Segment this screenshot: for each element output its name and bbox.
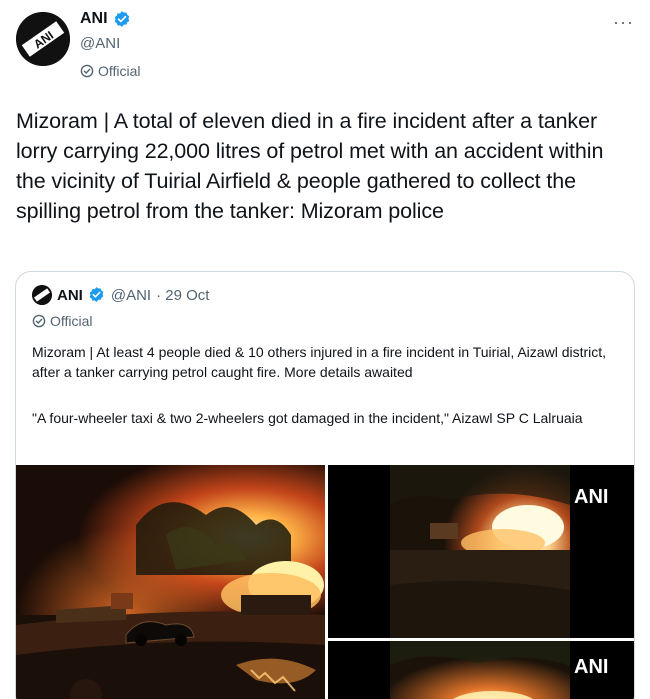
official-label: Official: [98, 63, 141, 79]
quoted-tweet-quote-text: "A four-wheeler taxi & two 2-wheelers go…: [32, 410, 583, 426]
ani-watermark-top: ANI: [574, 486, 608, 508]
quoted-official-check-icon: [32, 314, 46, 328]
quoted-media-grid: ANI ANI: [16, 465, 634, 699]
quoted-tweet-text: Mizoram | At least 4 people died & 10 ot…: [32, 344, 607, 380]
quoted-tweet-header: ANI @ANI · 29 Oct: [32, 285, 209, 305]
fire-photo-main[interactable]: [16, 465, 325, 699]
quoted-author-name[interactable]: ANI: [57, 287, 83, 304]
fire-photo-bottom-right[interactable]: ANI: [328, 641, 634, 699]
ani-watermark-bottom: ANI: [574, 656, 608, 678]
ani-avatar[interactable]: ANI: [16, 12, 70, 66]
author-handle[interactable]: @ANI: [80, 35, 120, 52]
tweet-text: Mizoram | A total of eleven died in a fi…: [16, 109, 604, 223]
author-name[interactable]: ANI: [80, 10, 108, 28]
quoted-tweet-date[interactable]: · 29 Oct: [156, 287, 209, 304]
more-options-icon[interactable]: ···: [613, 12, 634, 33]
quoted-tweet-card[interactable]: ANI @ANI · 29 Oct Official Mizoram | At …: [15, 271, 635, 699]
quoted-author-handle[interactable]: @ANI: [111, 287, 151, 304]
fire-photo-top-right[interactable]: ANI: [328, 465, 634, 638]
verified-badge-icon: [113, 10, 131, 28]
official-check-icon: [80, 64, 94, 78]
quoted-official-row: Official: [32, 313, 93, 329]
quoted-official-label: Official: [50, 313, 93, 329]
quoted-ani-avatar[interactable]: [32, 285, 52, 305]
tweet-header: ANI ANI @ANI Official ···: [16, 8, 636, 88]
quoted-verified-badge-icon: [88, 286, 106, 304]
official-label-row: Official: [80, 63, 141, 79]
